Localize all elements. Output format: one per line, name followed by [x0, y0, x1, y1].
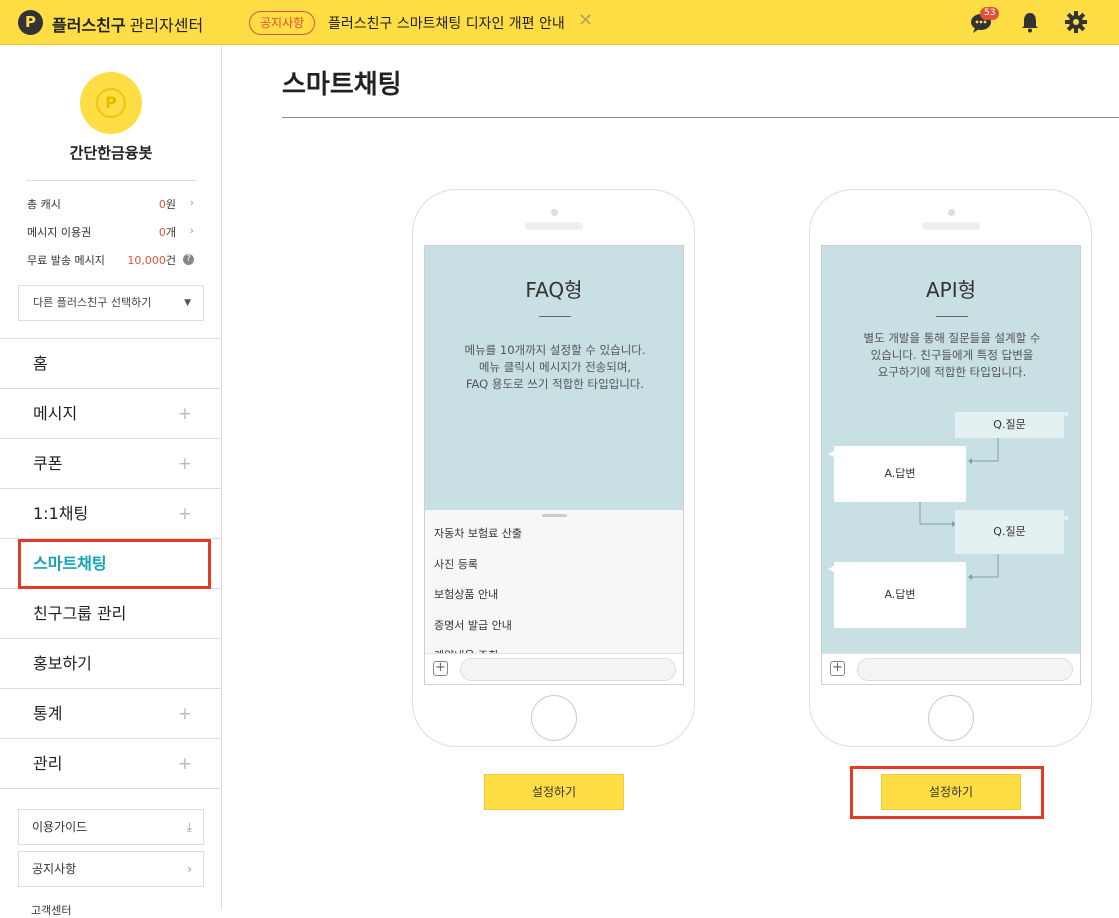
flow-answer-1: A.답변 [834, 446, 966, 502]
sidebar-item-coupon[interactable]: 쿠폰 + [0, 439, 222, 489]
bell-icon[interactable] [1017, 9, 1043, 35]
stat-label: 메시지 이용권 [27, 226, 92, 239]
camera-dot [551, 209, 558, 216]
title-divider [282, 117, 1119, 118]
home-button [531, 695, 577, 741]
camera-dot [948, 209, 955, 216]
plusfriend-select[interactable]: 다른 플러스친구 선택하기 ▼ [18, 285, 204, 321]
faq-menu-item: 증명서 발급 안내 [434, 619, 512, 632]
faq-menu-item: 사진 등록 [434, 558, 478, 571]
sidebar: P 간단한금융봇 총 캐시 0원 › 메시지 이용권 0개 › 무료 발송 메시… [0, 46, 222, 917]
help-icon[interactable]: ? [183, 254, 194, 265]
faq-phone-preview: FAQ형 메뉴를 10개까지 설정할 수 있습니다. 메뉴 클릭시 메시지가 전송… [412, 189, 695, 747]
speaker [525, 222, 583, 230]
caret-down-icon: ▼ [184, 298, 191, 308]
stat-label: 무료 발송 메시지 [27, 254, 105, 267]
faq-menu-sheet: 자동차 보험료 산출 사진 등록 보험상품 안내 증명서 발급 안내 계약내용 … [425, 510, 683, 655]
gear-icon[interactable] [1063, 9, 1089, 35]
notice-button[interactable]: 공지사항 › [18, 851, 204, 887]
highlight-box [18, 539, 211, 589]
guide-button[interactable]: 이용가이드 ⤓ [18, 809, 204, 845]
plus-icon: + [177, 404, 192, 424]
api-screen: API형 별도 개발을 통해 질문들을 설계할 수 있습니다. 친구들에게 특정 … [821, 245, 1081, 685]
faq-menu-item: 보험상품 안내 [434, 588, 499, 601]
brand-sub: 관리자센터 [129, 16, 204, 35]
chat-input-bar: + [425, 653, 683, 684]
brand-title[interactable]: 플러스친구 관리자센터 [52, 12, 203, 36]
profile-logo-mark: P [96, 88, 126, 118]
brand-name: 플러스친구 [52, 16, 126, 35]
stat-message-voucher[interactable]: 메시지 이용권 0개 › [27, 224, 202, 240]
select-label: 다른 플러스친구 선택하기 [33, 296, 152, 309]
faq-title: FAQ형 [525, 278, 583, 302]
chevron-right-icon[interactable]: › [190, 224, 194, 237]
plus-icon: + [177, 704, 192, 724]
plus-icon: + [177, 754, 192, 774]
stat-free-messages: 무료 발송 메시지 10,000건 ? [27, 252, 202, 268]
notice-label: 공지사항 [32, 862, 77, 876]
faq-screen: FAQ형 메뉴를 10개까지 설정할 수 있습니다. 메뉴 클릭시 메시지가 전송… [424, 245, 684, 685]
api-phone-preview: API형 별도 개발을 통해 질문들을 설계할 수 있습니다. 친구들에게 특정 … [809, 189, 1092, 747]
download-icon: ⤓ [186, 820, 192, 834]
faq-setup-button[interactable]: 설정하기 [484, 774, 624, 810]
chat-count-badge: 53 [980, 7, 1000, 20]
plusfriend-logo[interactable]: P [18, 10, 43, 35]
faq-description: 메뉴를 10개까지 설정할 수 있습니다. 메뉴 클릭시 메시지가 전송되며, FA… [464, 343, 646, 391]
home-button [928, 695, 974, 741]
divider [26, 180, 196, 181]
profile-avatar: P [80, 72, 142, 134]
chevron-right-icon: › [187, 862, 192, 876]
sidebar-item-stats[interactable]: 통계 + [0, 689, 222, 739]
stat-value: 0원 [158, 198, 176, 211]
chevron-right-icon[interactable]: › [190, 196, 194, 209]
sidebar-item-friend-group[interactable]: 친구그룹 관리 [0, 589, 222, 639]
sidebar-item-1on1-chat[interactable]: 1:1채팅 + [0, 489, 222, 539]
sheet-handle [542, 514, 567, 517]
plus-icon: + [177, 504, 192, 524]
chat-input [460, 658, 676, 681]
stat-value: 10,000건 [127, 254, 176, 267]
flow-question-2: Q.질문 [955, 510, 1064, 554]
faq-menu-item: 자동차 보험료 산출 [434, 527, 522, 540]
sidebar-item-manage[interactable]: 관리 + [0, 739, 222, 789]
notice-text[interactable]: 플러스친구 스마트채팅 디자인 개편 안내 [328, 13, 565, 33]
sidebar-item-message[interactable]: 메시지 + [0, 389, 222, 439]
chat-input-bar: + [822, 653, 1080, 684]
page-title: 스마트채팅 [282, 70, 402, 100]
speaker [922, 222, 980, 230]
guide-label: 이용가이드 [32, 820, 88, 834]
sidebar-item-home[interactable]: 홈 [0, 339, 222, 389]
sidebar-item-promote[interactable]: 홍보하기 [0, 639, 222, 689]
divider [539, 316, 571, 317]
notice-badge[interactable]: 공지사항 [249, 11, 316, 35]
highlight-box [850, 766, 1044, 819]
chat-input [857, 658, 1073, 681]
stat-value: 0개 [158, 226, 176, 239]
stat-cash[interactable]: 총 캐시 0원 › [27, 196, 202, 212]
stat-label: 총 캐시 [27, 198, 61, 211]
close-icon[interactable]: ✕ [578, 10, 593, 31]
flow-question-1: Q.질문 [955, 412, 1064, 438]
top-bar: P 플러스친구 관리자센터 공지사항 플러스친구 스마트채팅 디자인 개편 안내 … [0, 0, 1119, 45]
help-center-link[interactable]: 고객센터 [31, 902, 71, 918]
plus-icon: + [177, 454, 192, 474]
flow-answer-2: A.답변 [834, 562, 966, 628]
profile-name: 간단한금융봇 [69, 144, 153, 162]
plus-icon: + [433, 661, 448, 676]
plus-icon: + [830, 661, 845, 676]
